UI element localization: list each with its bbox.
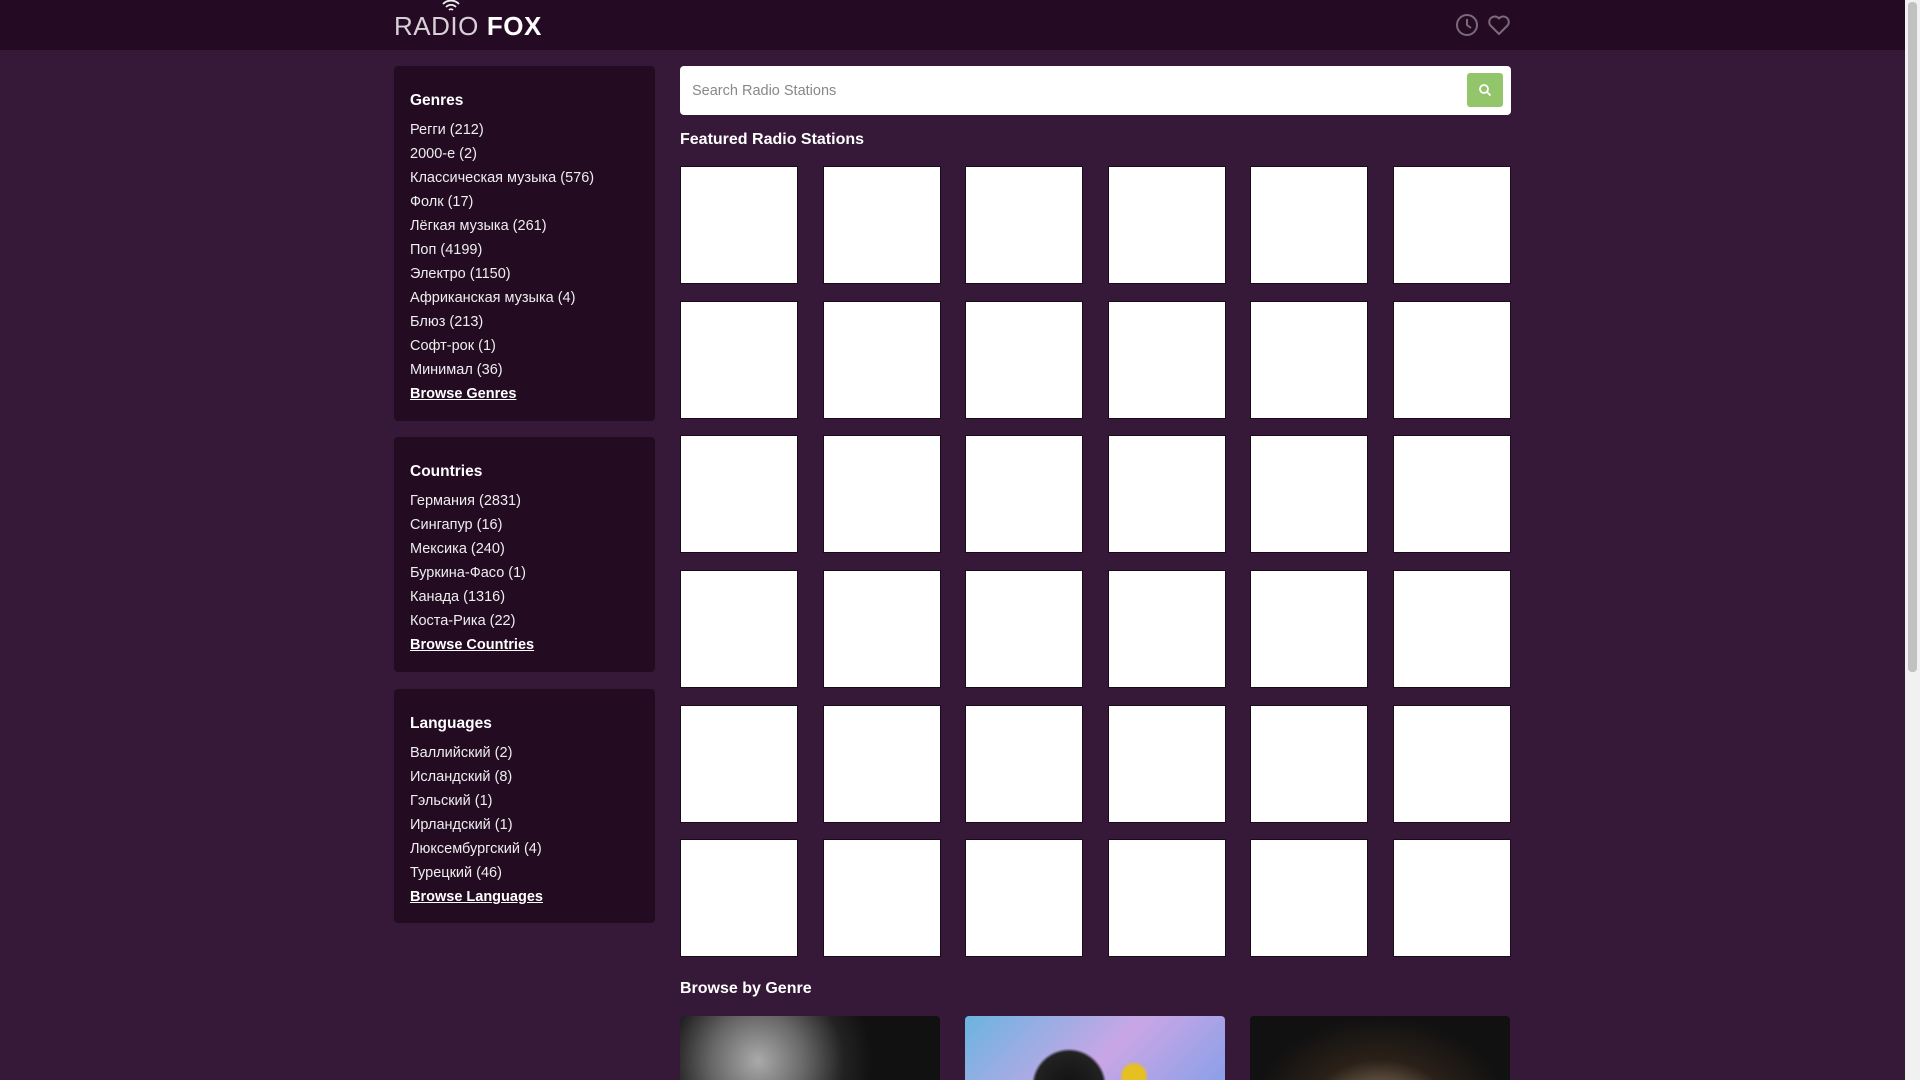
languages-item[interactable]: Турецкий (46)	[410, 861, 639, 885]
station-tile[interactable]	[822, 300, 941, 419]
genre-card-pop[interactable]	[965, 1016, 1225, 1080]
countries-item[interactable]: Мексика (240)	[410, 537, 639, 561]
station-tile[interactable]	[1107, 435, 1226, 554]
browse-languages-link[interactable]: Browse Languages	[410, 889, 543, 905]
broadcast-icon	[442, 0, 460, 11]
genres-item[interactable]: Африканская музыка (4)	[410, 286, 639, 310]
station-tile[interactable]	[822, 570, 941, 689]
logo-text-radio: RADIO	[394, 11, 479, 41]
station-tile[interactable]	[822, 166, 941, 284]
station-tile[interactable]	[1107, 704, 1226, 823]
station-tile[interactable]	[1107, 300, 1226, 419]
countries-item[interactable]: Коста-Рика (22)	[410, 609, 639, 633]
station-tile[interactable]	[965, 570, 1084, 689]
scrollbar-thumb[interactable]	[1908, 2, 1917, 672]
station-tile[interactable]	[822, 435, 941, 554]
station-tile[interactable]	[1392, 435, 1511, 554]
genre-cards	[680, 1016, 1510, 1080]
station-tile[interactable]	[965, 704, 1084, 823]
search-bar	[680, 66, 1511, 115]
station-tile[interactable]	[1392, 300, 1511, 419]
station-tile[interactable]	[822, 839, 941, 958]
languages-item[interactable]: Гэльский (1)	[410, 789, 639, 813]
radio-fox-logo[interactable]: RADIO FOX	[394, 0, 542, 42]
station-tile[interactable]	[822, 704, 941, 823]
genres-item[interactable]: 2000-е (2)	[410, 142, 639, 166]
featured-title: Featured Radio Stations	[680, 131, 865, 148]
station-tile[interactable]	[680, 435, 798, 554]
favorites-heart-icon[interactable]	[1487, 13, 1511, 37]
search-input[interactable]	[692, 66, 1452, 115]
genres-item[interactable]: Классическая музыка (576)	[410, 166, 639, 190]
countries-item[interactable]: Германия (2831)	[410, 489, 639, 513]
station-tile[interactable]	[965, 300, 1084, 419]
genres-title: Genres	[410, 92, 464, 109]
countries-item[interactable]: Сингапур (16)	[410, 513, 639, 537]
station-tile[interactable]	[965, 435, 1084, 554]
page-scrollbar[interactable]	[1905, 0, 1920, 1080]
browse-by-genre-title: Browse by Genre	[680, 980, 812, 997]
station-tile[interactable]	[1250, 300, 1369, 419]
countries-item[interactable]: Буркина-Фасо (1)	[410, 561, 639, 585]
logo-text-fox: FOX	[486, 11, 542, 41]
station-tile[interactable]	[680, 166, 798, 284]
genres-item[interactable]: Поп (4199)	[410, 238, 639, 262]
browse-genres-link[interactable]: Browse Genres	[410, 386, 516, 402]
languages-panel: Languages Валлийский (2) Исландский (8) Гэ…	[394, 689, 655, 923]
station-tile[interactable]	[1250, 435, 1369, 554]
station-tile[interactable]	[1392, 704, 1511, 823]
countries-item[interactable]: Канада (1316)	[410, 585, 639, 609]
genres-panel: Genres Регги (212) 2000-е (2) Классическая…	[394, 66, 655, 421]
top-bar: RADIO FOX	[0, 0, 1905, 50]
station-tile[interactable]	[1107, 839, 1226, 958]
station-tile[interactable]	[680, 300, 798, 419]
station-tile[interactable]	[1250, 704, 1369, 823]
station-tile[interactable]	[965, 166, 1084, 284]
search-icon	[1479, 84, 1492, 97]
station-tile[interactable]	[1107, 166, 1226, 284]
genres-item[interactable]: Регги (212)	[410, 118, 639, 142]
station-tile[interactable]	[1250, 570, 1369, 689]
station-tile[interactable]	[1392, 570, 1511, 689]
countries-panel: Countries Германия (2831) Сингапур (16) Ме…	[394, 437, 655, 672]
search-button[interactable]	[1467, 73, 1503, 107]
languages-item[interactable]: Исландский (8)	[410, 765, 639, 789]
station-tile[interactable]	[1392, 166, 1511, 284]
station-tile[interactable]	[680, 704, 798, 823]
station-tile[interactable]	[1392, 839, 1511, 958]
genres-item[interactable]: Софт-рок (1)	[410, 334, 639, 358]
station-tile[interactable]	[965, 839, 1084, 958]
station-tile[interactable]	[1250, 839, 1369, 958]
genre-card-jazz[interactable]	[680, 1016, 940, 1080]
featured-stations-grid	[680, 166, 1511, 958]
station-tile[interactable]	[680, 570, 798, 689]
languages-item[interactable]: Ирландский (1)	[410, 813, 639, 837]
genres-item[interactable]: Электро (1150)	[410, 262, 639, 286]
genres-item[interactable]: Фолк (17)	[410, 190, 639, 214]
genres-item[interactable]: Блюз (213)	[410, 310, 639, 334]
station-tile[interactable]	[680, 839, 798, 958]
languages-title: Languages	[410, 715, 492, 732]
history-clock-icon[interactable]	[1455, 13, 1479, 37]
genres-item[interactable]: Минимал (36)	[410, 358, 639, 382]
browse-countries-link[interactable]: Browse Countries	[410, 637, 534, 653]
countries-title: Countries	[410, 463, 483, 480]
languages-item[interactable]: Валлийский (2)	[410, 741, 639, 765]
languages-item[interactable]: Люксембургский (4)	[410, 837, 639, 861]
station-tile[interactable]	[1107, 570, 1226, 689]
station-tile[interactable]	[1250, 166, 1369, 284]
genres-item[interactable]: Лёгкая музыка (261)	[410, 214, 639, 238]
genre-card-electronic[interactable]	[1250, 1016, 1510, 1080]
